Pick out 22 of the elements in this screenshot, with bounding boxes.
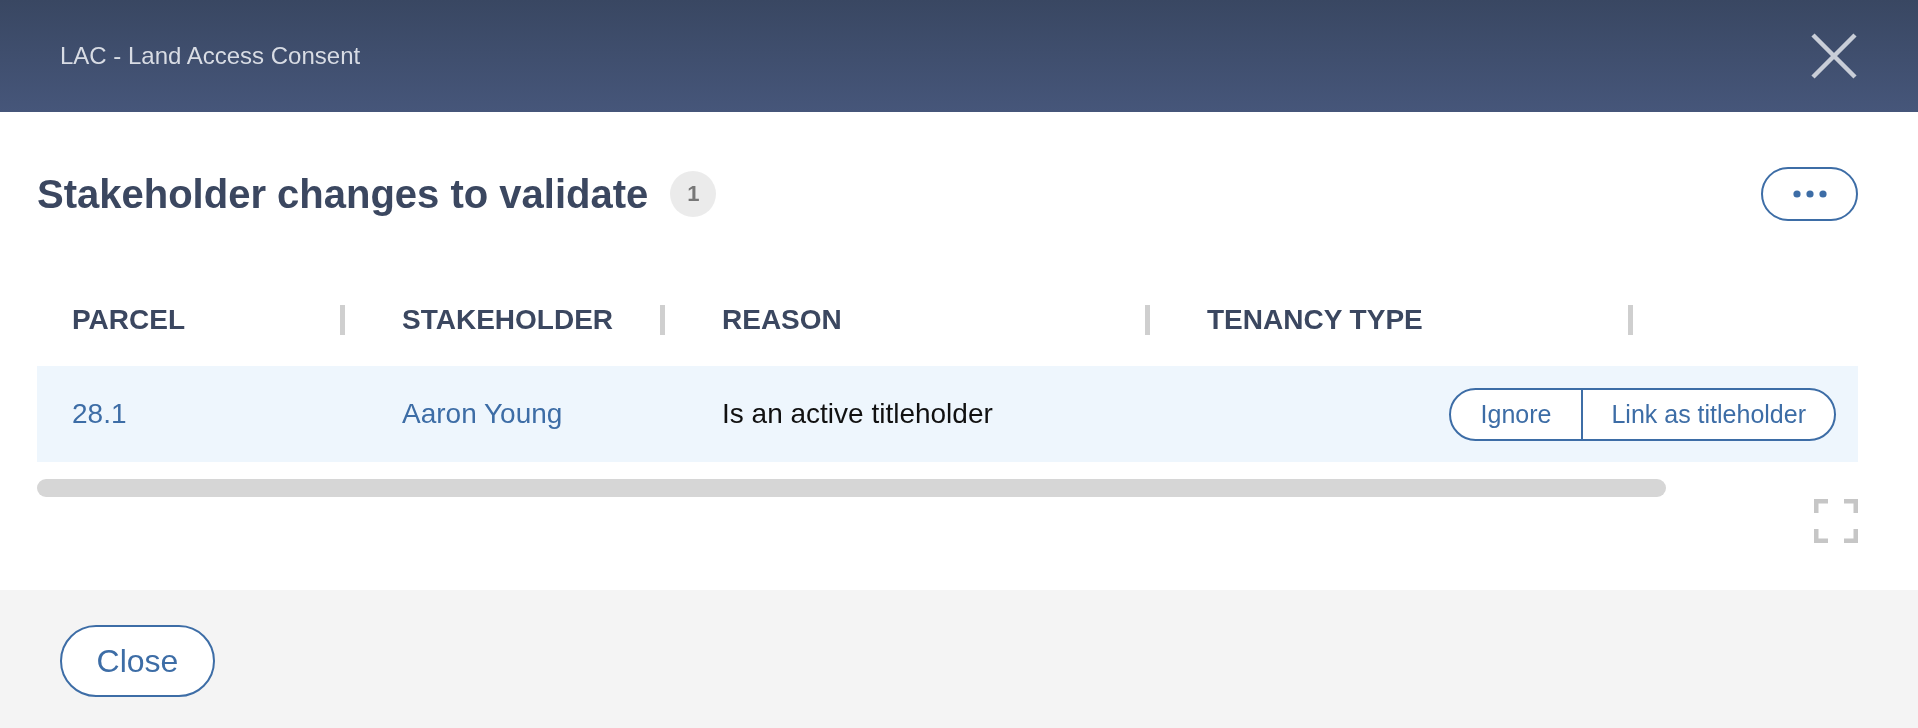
column-header: REASON xyxy=(722,304,842,336)
table-cell: Is an active titleholder xyxy=(722,398,993,429)
column-header: PARCEL xyxy=(72,304,186,336)
dialog-heading: Stakeholder changes to validate xyxy=(37,171,649,217)
fullscreen-icon[interactable] xyxy=(1814,499,1858,543)
action-button[interactable]: Link as titleholder xyxy=(1581,387,1836,441)
column-resize-handle[interactable] xyxy=(660,305,665,335)
window-title: LAC - Land Access Consent xyxy=(60,42,361,70)
parcel-link[interactable]: 28.1 xyxy=(72,398,127,429)
close-icon[interactable] xyxy=(1810,32,1858,80)
stakeholder-link[interactable]: Aaron Young xyxy=(402,398,563,429)
more-button[interactable] xyxy=(1761,167,1858,221)
count-badge: 1 xyxy=(670,171,717,217)
more-icon xyxy=(1792,190,1827,198)
column-resize-handle[interactable] xyxy=(1145,305,1150,335)
action-button[interactable]: Ignore xyxy=(1448,387,1584,441)
column-resize-handle[interactable] xyxy=(1628,305,1633,335)
column-header: TENANCY TYPE xyxy=(1207,304,1423,336)
close-button[interactable]: Close xyxy=(60,625,215,697)
horizontal-scrollbar[interactable] xyxy=(37,479,1666,497)
column-header: STAKEHOLDER xyxy=(402,304,614,336)
column-resize-handle[interactable] xyxy=(340,305,345,335)
